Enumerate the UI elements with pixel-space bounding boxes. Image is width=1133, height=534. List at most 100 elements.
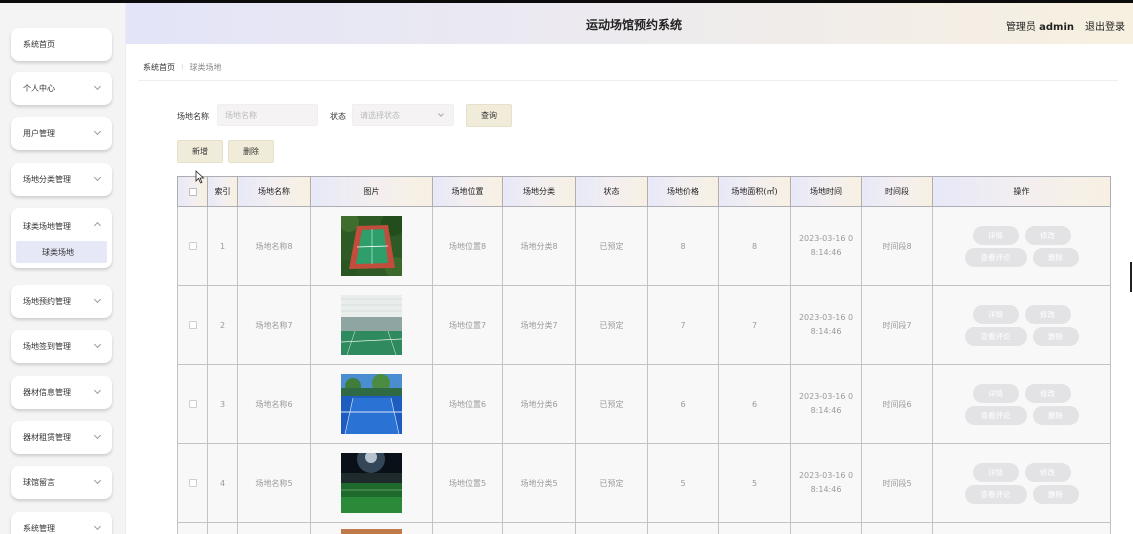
period-cell: 时间段6: [861, 364, 933, 444]
time-line: 8:14:46: [810, 485, 842, 494]
sidebar-item-ball-venue-management[interactable]: 球类场地管理 球类场地: [11, 208, 112, 268]
category-cell: 场地分类6: [502, 364, 576, 444]
column-header: 操作: [932, 176, 1111, 207]
table-row: 1 场地名称8 场地位置8 场地分类8 已预定 8 8 2023-03-16 0: [177, 206, 1111, 286]
time-line: 2023-03-16 0: [798, 392, 854, 401]
category-cell: 场地分类8: [502, 206, 576, 286]
user-role: 管理员: [1005, 22, 1036, 33]
index-cell: 1: [207, 206, 238, 286]
image-cell: [310, 364, 433, 444]
logout-link[interactable]: 退出登录: [1085, 18, 1125, 33]
scrollbar-thumb[interactable]: [1130, 262, 1132, 292]
table-header-row: 索引 场地名称 图片 场地位置 场地分类 状态 场地价格 场地面积(㎡) 场地时…: [177, 176, 1111, 207]
venue-image[interactable]: [341, 529, 402, 534]
venue-image[interactable]: [341, 453, 402, 513]
name-cell: 场地名称5: [237, 443, 311, 523]
row-delete-button[interactable]: 删除: [1032, 484, 1079, 504]
query-button[interactable]: 查询: [466, 104, 512, 127]
column-header: 场地面积(㎡): [718, 176, 791, 207]
add-button[interactable]: 新增: [177, 140, 223, 163]
breadcrumb: 系统首页 ⁝ 球类场地: [143, 62, 222, 73]
sidebar-item-system-management[interactable]: 系统管理: [11, 512, 112, 534]
location-cell: [432, 522, 503, 534]
name-cell: 场地名称7: [237, 285, 311, 365]
area-cell: 7: [718, 285, 791, 365]
top-header: 运动场馆预约系统 管理员 admin 退出登录: [126, 3, 1133, 44]
table-row: 3 场地名称6 场地位置6 场地分类6 已预定 6 6 2023-03-16 0…: [177, 364, 1111, 444]
sidebar-item-venue-booking[interactable]: 场地预约管理: [11, 285, 112, 318]
chevron-down-icon: [93, 127, 102, 136]
venue-image[interactable]: [341, 295, 402, 355]
sidebar-item-label: 系统首页: [23, 40, 55, 49]
time-cell: 2023-03-16 0 8:14:46: [790, 206, 862, 286]
detail-button[interactable]: 详情: [972, 225, 1019, 245]
mouse-cursor-icon: [195, 170, 205, 184]
venue-name-label: 场地名称: [177, 112, 209, 121]
period-cell: 时间段8: [861, 206, 933, 286]
time-cell: [790, 522, 862, 534]
sidebar-subitem-ball-venue[interactable]: 球类场地: [16, 241, 107, 263]
row-delete-button[interactable]: 删除: [1032, 247, 1079, 267]
view-reviews-button[interactable]: 查看评论: [964, 247, 1027, 267]
edit-button[interactable]: 修改: [1024, 383, 1071, 403]
detail-button[interactable]: 详情: [972, 383, 1019, 403]
sidebar-item-label: 场地预约管理: [23, 297, 71, 306]
table-row: 2 场地名称7 场地位置7 场地分类7 已预定 7 7 2023-03-16 0…: [177, 285, 1111, 365]
name-cell: [237, 522, 311, 534]
user-name: admin: [1039, 22, 1074, 33]
row-delete-button[interactable]: 删除: [1032, 405, 1079, 425]
sidebar-item-messages[interactable]: 球馆留言: [11, 466, 112, 499]
venue-image[interactable]: [341, 216, 402, 276]
sidebar: 系统首页 个人中心 用户管理 场地分类管理 球类场地管理 球类场地 场地预约管理…: [0, 3, 126, 534]
time-line: 8:14:46: [810, 327, 842, 336]
breadcrumb-home[interactable]: 系统首页: [143, 62, 175, 73]
column-header: 场地价格: [647, 176, 719, 207]
sidebar-item-personal-center[interactable]: 个人中心: [11, 72, 112, 105]
venue-name-input[interactable]: [217, 104, 318, 126]
period-cell: 时间段5: [861, 443, 933, 523]
view-reviews-button[interactable]: 查看评论: [964, 405, 1027, 425]
view-reviews-button[interactable]: 查看评论: [964, 484, 1027, 504]
row-checkbox[interactable]: [188, 321, 197, 329]
column-header: 场地时间: [790, 176, 862, 207]
sidebar-item-venue-checkin[interactable]: 场地签到管理: [11, 330, 112, 363]
sidebar-item-label: 个人中心: [23, 84, 55, 93]
status-select[interactable]: 请选择状态: [352, 104, 454, 126]
view-reviews-button[interactable]: 查看评论: [964, 326, 1027, 346]
area-cell: 6: [718, 364, 791, 444]
detail-button[interactable]: 详情: [972, 462, 1019, 482]
row-checkbox[interactable]: [188, 400, 197, 408]
actions-cell: 详情 修改 查看评论 删除: [932, 206, 1111, 286]
sidebar-item-home[interactable]: 系统首页: [11, 28, 112, 61]
actions-cell: 详情 修改 查看评论 删除: [932, 285, 1111, 365]
chevron-down-icon: [93, 476, 102, 485]
edit-button[interactable]: 修改: [1024, 304, 1071, 324]
row-checkbox[interactable]: [188, 479, 197, 487]
location-cell: 场地位置7: [432, 285, 503, 365]
breadcrumb-separator: ⁝: [181, 63, 184, 72]
venue-table: 索引 场地名称 图片 场地位置 场地分类 状态 场地价格 场地面积(㎡) 场地时…: [177, 176, 1111, 534]
detail-button[interactable]: 详情: [972, 304, 1019, 324]
row-actions: 详情 修改 查看评论 删除: [962, 225, 1082, 267]
table-row: 4 场地名称5 场地位置5 场地分类5 已预定 5 5 2023-03-16 0: [177, 443, 1111, 523]
edit-button[interactable]: 修改: [1024, 462, 1071, 482]
sidebar-item-venue-category[interactable]: 场地分类管理: [11, 163, 112, 196]
delete-button[interactable]: 删除: [228, 140, 274, 163]
image-cell: [310, 285, 433, 365]
period-cell: 时间段7: [861, 285, 933, 365]
sidebar-item-equipment-info[interactable]: 器材信息管理: [11, 376, 112, 409]
actions-cell: 详情 修改 查看评论 删除: [932, 364, 1111, 444]
price-cell: [647, 522, 719, 534]
status-cell: 已预定: [575, 206, 648, 286]
venue-image[interactable]: [341, 374, 402, 434]
time-cell: 2023-03-16 0 8:14:46: [790, 443, 862, 523]
edit-button[interactable]: 修改: [1024, 225, 1071, 245]
sidebar-item-user-management[interactable]: 用户管理: [11, 117, 112, 150]
time-cell: 2023-03-16 0 8:14:46: [790, 364, 862, 444]
image-cell: [310, 522, 433, 534]
row-delete-button[interactable]: 删除: [1032, 326, 1079, 346]
column-header: 时间段: [861, 176, 933, 207]
select-all-checkbox[interactable]: [188, 187, 197, 196]
row-checkbox[interactable]: [188, 242, 197, 250]
sidebar-item-equipment-rental[interactable]: 器材租赁管理: [11, 421, 112, 454]
